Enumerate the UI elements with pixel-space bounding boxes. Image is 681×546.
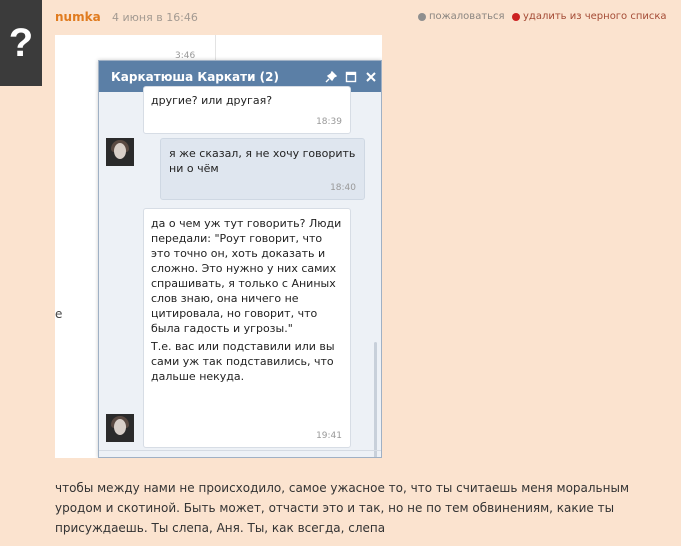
message-time: 19:41 xyxy=(316,431,342,441)
report-icon xyxy=(418,12,426,21)
remove-icon xyxy=(512,12,520,21)
post-body: чтобы между нами не происходило, самое у… xyxy=(55,481,630,535)
message-input[interactable] xyxy=(99,450,381,451)
message-text: я же сказал, я не хочу говорить ни о чём xyxy=(169,147,356,175)
chat-window: Каркатюша Каркати (2) другие? или другая… xyxy=(98,60,382,458)
message-bubble: я же сказал, я не хочу говорить ни о чём… xyxy=(160,138,365,200)
user-avatar[interactable]: ? xyxy=(0,0,42,86)
unblock-button[interactable]: удалить из черного списка xyxy=(512,11,667,22)
background-text: е xyxy=(55,307,63,321)
unblock-label: удалить из черного списка xyxy=(523,11,667,22)
message-bubble: другие? или другая? 18:39 xyxy=(143,86,351,134)
pin-icon[interactable] xyxy=(321,70,341,83)
maximize-icon[interactable] xyxy=(341,71,361,83)
close-icon[interactable] xyxy=(361,71,381,83)
scrollbar[interactable] xyxy=(374,342,377,457)
message-text: другие? или другая? xyxy=(151,94,273,107)
message-text: Т.е. вас или подставили или вы сами уж т… xyxy=(151,340,335,383)
message-text: да о чем уж тут говорить? Люди передали:… xyxy=(151,217,342,335)
message-time: 18:40 xyxy=(330,183,356,193)
chat-title: Каркатюша Каркати (2) xyxy=(111,69,279,84)
message-bubble: да о чем уж тут говорить? Люди передали:… xyxy=(143,208,351,448)
report-button[interactable]: пожаловаться xyxy=(418,11,505,22)
attached-screenshot[interactable]: 3:46 е Каркатюша Каркати (2) другие? или… xyxy=(55,35,382,458)
author-name[interactable]: numka xyxy=(55,10,101,24)
message-time: 18:39 xyxy=(316,117,342,127)
sender-avatar[interactable] xyxy=(106,138,134,166)
report-label: пожаловаться xyxy=(429,11,505,22)
post-date: 4 июня в 16:46 xyxy=(112,11,198,24)
sender-avatar[interactable] xyxy=(106,414,134,442)
message-list: другие? или другая? 18:39 я же сказал, я… xyxy=(99,86,381,457)
